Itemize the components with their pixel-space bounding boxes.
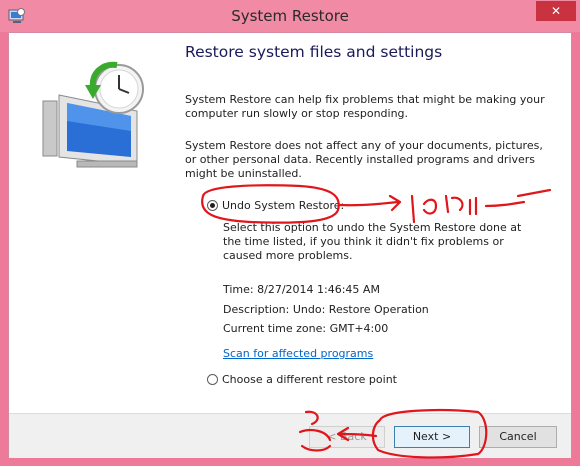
window-title: System Restore bbox=[231, 7, 349, 25]
system-restore-window: System Restore ✕ Restore system files an… bbox=[0, 0, 580, 466]
back-button[interactable]: < Back bbox=[309, 426, 385, 448]
restore-description: Description: Undo: Restore Operation bbox=[223, 303, 429, 316]
title-bar[interactable]: System Restore ✕ bbox=[0, 0, 580, 32]
undo-restore-option[interactable]: Undo System Restore: bbox=[207, 199, 344, 212]
undo-description: Select this option to undo the System Re… bbox=[223, 221, 522, 262]
choose-restore-point-option[interactable]: Choose a different restore point bbox=[207, 373, 397, 386]
choose-restore-point-label[interactable]: Choose a different restore point bbox=[222, 373, 397, 386]
undo-restore-label[interactable]: Undo System Restore: bbox=[222, 199, 344, 212]
close-button[interactable]: ✕ bbox=[536, 1, 576, 21]
page-heading: Restore system files and settings bbox=[185, 43, 443, 61]
system-restore-icon bbox=[42, 61, 144, 168]
next-button[interactable]: Next > bbox=[394, 426, 470, 448]
choose-restore-point-radio[interactable] bbox=[207, 374, 218, 385]
info-paragraph: System Restore does not affect any of yo… bbox=[185, 139, 543, 180]
button-bar: < Back Next > Cancel bbox=[9, 413, 571, 458]
restore-time: Time: 8/27/2014 1:46:45 AM bbox=[223, 283, 380, 296]
intro-paragraph: System Restore can help fix problems tha… bbox=[185, 93, 545, 120]
undo-restore-radio[interactable] bbox=[207, 200, 218, 211]
cancel-button[interactable]: Cancel bbox=[479, 426, 557, 448]
scan-affected-programs-link[interactable]: Scan for affected programs bbox=[223, 347, 373, 360]
current-time-zone: Current time zone: GMT+4:00 bbox=[223, 322, 389, 335]
dialog-client-area: Restore system files and settings System… bbox=[8, 32, 572, 458]
